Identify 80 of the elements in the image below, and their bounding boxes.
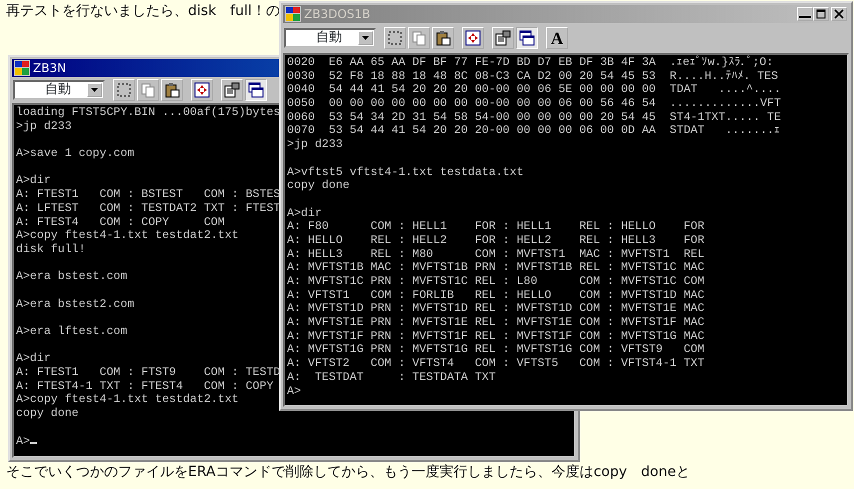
console-line: disk full! [16, 242, 86, 257]
select-icon [116, 82, 132, 98]
console-line: 0050 00 00 00 00 00 00 00 00-00 00 00 06 00 56 46 54 .............VFT [287, 97, 781, 111]
console-line: 0060 53 54 34 2D 31 54 58 54-00 00 00 00 00 20 54 45 ST4-1TXT..... TE [287, 110, 781, 124]
console-line: copy done [287, 179, 350, 193]
console-line: 0070 53 54 44 41 54 20 20 20-00 00 00 00 06 00 0D AA STDAT .......ｪ [287, 124, 780, 138]
console-line: A>vftst5 vftst4-1.txt testdata.txt [287, 166, 524, 180]
toolbar-button[interactable] [113, 79, 135, 101]
console-line: A: MVFTST1C PRN : MVFTST1C REL : L80 COM : MVFTST1C COM [287, 275, 704, 289]
console-line: A> [287, 384, 301, 398]
fullscreen-icon [194, 82, 210, 98]
console-line: A: LFTEST COM : TESTDAT2 TXT : FTEST [16, 202, 280, 216]
console-line: A> [16, 434, 37, 448]
console-line: A>copy ftest4-1.txt testdat2.txt [16, 393, 239, 408]
minimize-icon [799, 16, 811, 18]
window-title: ZB3DOS1B [304, 6, 370, 23]
console-line: A: HELL3 REL : M80 COM : MVFTST1 MAC : MVFTST1 REL [287, 248, 704, 262]
toolbar-button[interactable] [432, 27, 454, 49]
console-line: A: MVFTST1E PRN : MVFTST1E REL : MVFTST1E COM : MVFTST1F MAC [287, 316, 704, 330]
paragraph: 再テストを行ないましたら、disk full！の [6, 2, 280, 20]
window-title: ZB3N [33, 60, 66, 77]
maximize-icon [815, 9, 827, 19]
toolbar-button[interactable] [516, 27, 538, 49]
toolbar-button[interactable]: A [546, 27, 568, 49]
caret-icon [91, 88, 98, 92]
toolbar-button[interactable] [492, 27, 514, 49]
paste-icon [164, 82, 180, 98]
select-icon [387, 30, 403, 46]
console-line: A>copy ftest4-1.txt testdat2.txt [16, 229, 239, 243]
console-line: A: TESTDAT : TESTDATA TXT [287, 370, 496, 384]
console-line: A: FTEST4 COM : COPY COM [16, 216, 225, 230]
caret-icon [362, 36, 369, 40]
console-line: A>dir [16, 174, 51, 188]
console-line: A: VFTST1 COM : FORLIB REL : HELLO COM : MVFTST1D MAC [287, 288, 704, 302]
console-line: A: FTEST4-1 TXT : FTEST4 COM : COPY [16, 380, 274, 394]
console-line: A>era bstest.com [16, 270, 128, 284]
console-line: A: MVFTST1F PRN : MVFTST1F REL : MVFTST1F COM : MVFTST1G MAC [287, 330, 704, 344]
toolbar-button[interactable] [245, 79, 267, 101]
console-line: A: FTEST1 COM : FTST9 COM : TESTD [16, 366, 280, 380]
close-button[interactable] [831, 7, 847, 21]
font-size-dropdown[interactable]: 自動 [13, 80, 105, 100]
console-line: A: MVFTST1B MAC : MVFTST1B PRN : MVFTST1B REL : MVFTST1C MAC [287, 261, 704, 275]
properties-icon [224, 82, 240, 98]
console-line: A>save 1 copy.com [16, 147, 134, 161]
close-icon [833, 9, 845, 19]
font-size-dropdown[interactable]: 自動 [284, 28, 376, 48]
copy-icon [411, 30, 427, 46]
toolbar-button[interactable] [462, 27, 484, 49]
app-icon [285, 6, 301, 22]
console-line: A>dir [287, 206, 322, 220]
console-line: A: F80 COM : HELL1 FOR : HELL1 REL : HELLO FOR [287, 220, 704, 234]
toolbar-button[interactable] [191, 79, 213, 101]
fullscreen-icon [465, 30, 481, 46]
minimize-button[interactable] [797, 7, 813, 21]
console-line: loading FTST5CPY.BIN ...00af(175)bytes [16, 106, 280, 120]
console-line: A: MVFTST1D PRN : MVFTST1D REL : MVFTST1D COM : MVFTST1E MAC [287, 302, 704, 316]
console-line: A>era bstest2.com [16, 298, 134, 312]
app-icon [14, 60, 30, 76]
paste-icon [435, 30, 451, 46]
window-icon [519, 30, 535, 46]
console-line: 0020 E6 AA 65 AA DF BF 77 FE-7D BD D7 EB DF 3B 4F 3A .ｪeｪﾟｿw.}ｽﾗ.ﾟ;O: [287, 56, 774, 70]
console-line: A: FTEST1 COM : BSTEST COM : BSTES [16, 188, 280, 202]
console-line: A: HELLO REL : HELL2 FOR : HELL2 REL : HELL3 FOR [287, 234, 704, 248]
console-line: A: MVFTST1G PRN : MVFTST1G REL : MVFTST1G COM : VFTST9 COM [287, 343, 704, 358]
maximize-button[interactable] [813, 7, 829, 21]
console-line: A>era lftest.com [16, 325, 128, 339]
console-line: 0040 54 44 41 54 20 20 20 00-00 00 06 5E 00 00 00 00 TDAT ....^.... [287, 83, 781, 98]
copy-icon [140, 82, 156, 98]
properties-icon [495, 30, 511, 46]
paragraph: そこでいくつかのファイルをERAコマンドで削除してから、もう一度実行しましたら、今度はcopy doneと [6, 463, 690, 481]
console-line: 0030 52 F8 18 88 18 48 8C 08-C3 CA D2 00 20 54 45 53 R....H..ﾃﾊﾒ. TES [287, 70, 778, 84]
console-line: A>dir [16, 352, 51, 366]
toolbar-button[interactable] [221, 79, 243, 101]
toolbar-button[interactable] [161, 79, 183, 101]
console-line: copy done [16, 407, 79, 421]
console-line: >jp d233 [16, 120, 72, 134]
console-line: A: VFTST2 COM : VFTST4 COM : VFTST5 COM : VFTST4-1 TXT [287, 357, 704, 371]
console-line: >jp d233 [287, 138, 343, 152]
window-icon [248, 82, 264, 98]
toolbar-button[interactable] [384, 27, 406, 49]
